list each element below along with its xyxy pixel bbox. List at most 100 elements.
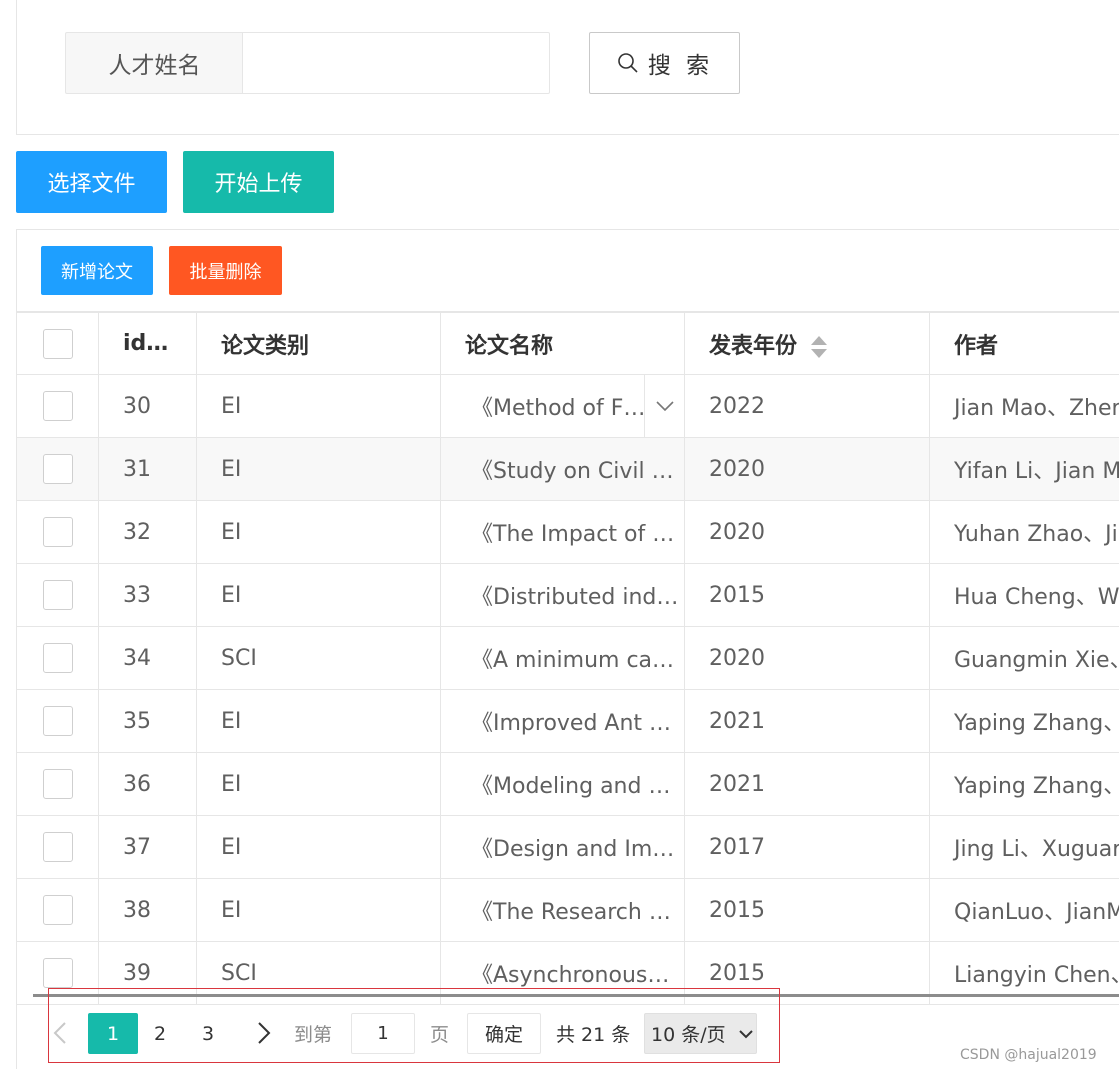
cell-category: EI: [196, 689, 441, 753]
cell-id: 34: [98, 626, 197, 690]
row-checkbox[interactable]: [42, 958, 73, 988]
cell-title-text: 《The Research …: [471, 900, 671, 925]
column-header-category[interactable]: 论文类别: [196, 312, 441, 375]
cell-id: 30: [98, 374, 197, 438]
table-row: 31 EI 《Study on Civil … 2020 Yifan Li、Ji…: [16, 437, 1119, 501]
cell-id: 31: [98, 437, 197, 501]
highlight-frame: [48, 988, 780, 1063]
row-checkbox-cell: [16, 437, 99, 501]
cell-title: 《Method of Flig…: [440, 374, 685, 438]
cell-title-text: 《Improved Ant …: [471, 711, 672, 736]
cell-author: Yifan Li、Jian M: [929, 437, 1119, 501]
cell-title: 《Modeling and …: [440, 752, 685, 816]
cell-category: SCI: [196, 626, 441, 690]
cell-id: 37: [98, 815, 197, 879]
sort-icon[interactable]: [811, 335, 828, 358]
row-checkbox-cell: [16, 626, 99, 690]
cell-year: 2015: [684, 563, 930, 627]
cell-id: 32: [98, 500, 197, 564]
column-header-author[interactable]: 作者: [929, 312, 1119, 375]
watermark: CSDN @hajual2019: [960, 1047, 1097, 1063]
cell-title: 《Improved Ant …: [440, 689, 685, 753]
search-field-label: 人才姓名: [65, 32, 243, 94]
row-checkbox[interactable]: [42, 643, 73, 673]
header-checkbox-cell: [16, 312, 99, 375]
cell-author: Guangmin Xie、: [929, 626, 1119, 690]
cell-year: 2017: [684, 815, 930, 879]
cell-title: 《Study on Civil …: [440, 437, 685, 501]
table-row: 37 EI 《Design and Im… 2017 Jing Li、Xugua…: [16, 815, 1119, 879]
cell-id: 35: [98, 689, 197, 753]
row-checkbox-cell: [16, 500, 99, 564]
cell-author: Jing Li、Xuguan: [929, 815, 1119, 879]
table-row: 38 EI 《The Research … 2015 QianLuo、JianM: [16, 878, 1119, 942]
table-row: 36 EI 《Modeling and … 2021 Yaping Zhang、: [16, 752, 1119, 816]
cell-id: 38: [98, 878, 197, 942]
start-upload-button[interactable]: 开始上传: [183, 151, 334, 213]
cell-title-text: 《Modeling and …: [471, 774, 671, 799]
row-checkbox[interactable]: [42, 895, 73, 925]
table-row: 35 EI 《Improved Ant … 2021 Yaping Zhang、: [16, 689, 1119, 753]
cell-title: 《Design and Im…: [440, 815, 685, 879]
cell-year: 2020: [684, 626, 930, 690]
cell-category: EI: [196, 374, 441, 438]
search-button[interactable]: 搜 索: [589, 32, 740, 94]
row-checkbox-cell: [16, 752, 99, 816]
cell-author: Yaping Zhang、: [929, 752, 1119, 816]
search-button-label: 搜 索: [647, 53, 714, 79]
row-checkbox[interactable]: [42, 454, 73, 484]
cell-title-text: 《The Impact of …: [471, 522, 675, 547]
cell-author: Yaping Zhang、: [929, 689, 1119, 753]
column-header-year-label: 发表年份: [709, 333, 798, 359]
search-icon: [618, 53, 638, 73]
row-checkbox[interactable]: [42, 580, 73, 610]
row-checkbox[interactable]: [42, 517, 73, 547]
cell-category: EI: [196, 500, 441, 564]
cell-category: EI: [196, 563, 441, 627]
cell-id: 33: [98, 563, 197, 627]
cell-author: Jian Mao、Zhen: [929, 374, 1119, 438]
table-row: 32 EI 《The Impact of … 2020 Yuhan Zhao、J…: [16, 500, 1119, 564]
batch-delete-button[interactable]: 批量删除: [169, 246, 282, 295]
cell-year: 2015: [684, 878, 930, 942]
row-checkbox[interactable]: [42, 769, 73, 799]
cell-year: 2020: [684, 500, 930, 564]
expand-cell-button[interactable]: [644, 375, 684, 437]
cell-title: 《The Impact of …: [440, 500, 685, 564]
row-checkbox[interactable]: [42, 391, 73, 421]
select-file-button[interactable]: 选择文件: [16, 151, 167, 213]
search-input[interactable]: [242, 32, 550, 94]
cell-title: 《A minimum ca…: [440, 626, 685, 690]
row-checkbox-cell: [16, 563, 99, 627]
row-checkbox-cell: [16, 878, 99, 942]
row-checkbox[interactable]: [42, 706, 73, 736]
add-paper-button[interactable]: 新增论文: [41, 246, 153, 295]
table-row: 33 EI 《Distributed ind… 2015 Hua Cheng、W…: [16, 563, 1119, 627]
select-all-checkbox[interactable]: [42, 328, 73, 359]
cell-year: 2022: [684, 374, 930, 438]
cell-title-text: 《Design and Im…: [471, 837, 675, 862]
cell-category: EI: [196, 752, 441, 816]
cell-year: 2021: [684, 689, 930, 753]
cell-title-text: 《Distributed ind…: [471, 585, 679, 610]
cell-category: EI: [196, 878, 441, 942]
table-row: 30 EI 《Method of Flig… 2022 Jian Mao、Zhe…: [16, 374, 1119, 438]
column-header-title[interactable]: 论文名称: [440, 312, 685, 375]
row-checkbox[interactable]: [42, 832, 73, 862]
cell-author: Yuhan Zhao、Ji…: [929, 500, 1119, 564]
column-header-year[interactable]: 发表年份: [684, 312, 930, 375]
papers-table: id… 论文类别 论文名称 发表年份 作者 30 EI 《Method of F…: [16, 312, 1119, 1005]
cell-category: EI: [196, 437, 441, 501]
chevron-down-icon: [655, 401, 674, 412]
row-checkbox-cell: [16, 689, 99, 753]
table-row: 34 SCI 《A minimum ca… 2020 Guangmin Xie、: [16, 626, 1119, 690]
row-checkbox-cell: [16, 815, 99, 879]
cell-title-text: 《Study on Civil …: [471, 459, 674, 484]
row-checkbox-cell: [16, 374, 99, 438]
column-header-id[interactable]: id…: [98, 312, 197, 375]
cell-author: QianLuo、JianM: [929, 878, 1119, 942]
cell-year: 2020: [684, 437, 930, 501]
cell-title-text: 《A minimum ca…: [471, 648, 675, 673]
cell-title: 《Distributed ind…: [440, 563, 685, 627]
cell-title: 《The Research …: [440, 878, 685, 942]
